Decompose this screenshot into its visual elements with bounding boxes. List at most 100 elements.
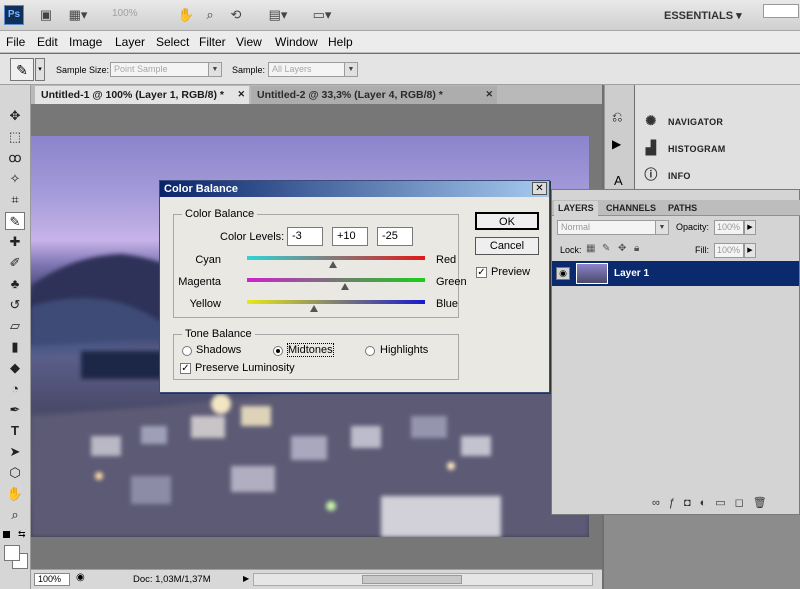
swap-colors-icon[interactable]: ⇆ (18, 529, 26, 540)
sample-select[interactable]: All Layers ▼ (268, 62, 358, 77)
opacity-arrow-icon[interactable]: ▶ (744, 220, 756, 235)
close-icon[interactable]: ✕ (532, 182, 547, 195)
highlights-label[interactable]: Highlights (380, 344, 428, 356)
search-field[interactable] (763, 4, 799, 18)
crop-tool-icon[interactable]: ⌗ (5, 191, 25, 209)
shadows-radio[interactable] (182, 346, 192, 356)
tab-paths[interactable]: PATHS (664, 201, 701, 216)
menu-file[interactable]: File (6, 35, 25, 49)
menu-layer[interactable]: Layer (115, 35, 145, 49)
status-options-icon[interactable]: ◉ (76, 572, 85, 583)
magenta-green-slider-thumb[interactable] (340, 283, 349, 290)
yellow-blue-slider-thumb[interactable] (309, 305, 318, 312)
lock-transparent-icon[interactable]: ▦ (586, 243, 595, 254)
gradient-tool-icon[interactable]: ▮ (5, 338, 25, 356)
healing-brush-tool-icon[interactable]: ✚ (5, 233, 25, 251)
tab-untitled-2[interactable]: Untitled-2 @ 33,3% (Layer 4, RGB/8) * ✕ (251, 86, 497, 104)
yellow-blue-slider[interactable] (247, 300, 425, 304)
midtones-label[interactable]: Midtones (287, 343, 334, 357)
magenta-green-slider[interactable] (247, 278, 425, 282)
dialog-title-bar[interactable]: Color Balance (160, 181, 549, 197)
fill-arrow-icon[interactable]: ▶ (744, 243, 756, 258)
history-brush-tool-icon[interactable]: ↺ (5, 296, 25, 314)
preserve-luminosity-checkbox[interactable]: ✓ (180, 363, 191, 374)
menu-window[interactable]: Window (275, 35, 318, 49)
arrange-documents-icon[interactable]: ▤▾ (268, 6, 288, 24)
character-panel-icon[interactable]: A (614, 173, 623, 188)
screen-mode-icon[interactable]: ▭▾ (312, 6, 332, 24)
yellow-blue-level-input[interactable]: -25 (377, 227, 413, 246)
menu-edit[interactable]: Edit (37, 35, 58, 49)
eraser-tool-icon[interactable]: ▱ (5, 317, 25, 335)
lock-image-icon[interactable]: ✎ (602, 243, 610, 254)
zoom-icon[interactable]: ⌕ (200, 6, 220, 24)
shape-tool-icon[interactable]: ⬡ (5, 464, 25, 482)
tab-channels[interactable]: CHANNELS (602, 201, 660, 216)
cyan-red-slider[interactable] (247, 256, 425, 260)
layer-name[interactable]: Layer 1 (614, 268, 649, 279)
bridge-icon[interactable]: ▣ (36, 6, 56, 24)
history-panel-icon[interactable]: ⎌ (612, 109, 622, 125)
midtones-radio[interactable] (273, 346, 283, 356)
ok-button[interactable]: OK (475, 212, 539, 230)
menu-view[interactable]: View (236, 35, 262, 49)
cyan-red-slider-thumb[interactable] (329, 261, 338, 268)
cancel-button[interactable]: Cancel (475, 237, 539, 255)
marquee-tool-icon[interactable]: ⬚ (5, 128, 25, 146)
blur-tool-icon[interactable]: ◆ (5, 359, 25, 377)
highlights-radio[interactable] (365, 346, 375, 356)
lock-position-icon[interactable]: ✥ (618, 243, 626, 254)
eyedropper-preset-icon[interactable]: ✎ (10, 58, 34, 81)
dodge-tool-icon[interactable]: ◔ (5, 380, 25, 398)
actions-panel-icon[interactable]: ▶ (612, 137, 621, 151)
horizontal-scrollbar[interactable] (253, 573, 593, 586)
view-extras-icon[interactable]: ▦▾ (68, 6, 88, 24)
tab-layers[interactable]: LAYERS (554, 201, 598, 216)
hand-tool-icon[interactable]: ✋ (5, 485, 25, 503)
sample-size-select[interactable]: Point Sample ▼ (110, 62, 222, 77)
move-tool-icon[interactable]: ✥ (5, 107, 25, 125)
visibility-eye-icon[interactable]: ◉ (556, 267, 570, 280)
blend-mode-select[interactable]: Normal ▼ (557, 220, 669, 235)
preset-dropdown-arrow-icon[interactable]: ▾ (35, 58, 45, 81)
status-menu-arrow-icon[interactable]: ▶ (243, 574, 249, 583)
path-selection-tool-icon[interactable]: ➤ (5, 443, 25, 461)
navigator-panel-button[interactable]: ✺ NAVIGATOR (635, 107, 800, 134)
close-icon[interactable]: ✕ (485, 89, 493, 100)
close-icon[interactable]: ✕ (237, 89, 245, 100)
shadows-label[interactable]: Shadows (196, 344, 241, 356)
workspace-switcher[interactable]: ESSENTIALS ▾ (664, 9, 742, 22)
info-panel-button[interactable]: ⓘ INFO (635, 161, 800, 188)
cyan-red-level-input[interactable]: -3 (287, 227, 323, 246)
type-tool-icon[interactable]: T (5, 422, 25, 440)
foreground-color-swatch[interactable] (4, 545, 20, 561)
brush-tool-icon[interactable]: ✐ (5, 254, 25, 272)
quick-selection-tool-icon[interactable]: ✧ (5, 170, 25, 188)
scrollbar-thumb[interactable] (362, 575, 462, 584)
zoom-level-select[interactable]: 100% (112, 8, 138, 19)
preserve-luminosity-label[interactable]: Preserve Luminosity (195, 362, 295, 374)
menu-image[interactable]: Image (69, 35, 102, 49)
tab-untitled-1[interactable]: Untitled-1 @ 100% (Layer 1, RGB/8) * ✕ (35, 86, 249, 104)
hand-icon[interactable]: ✋ (176, 6, 196, 24)
status-zoom-field[interactable]: 100% (34, 573, 70, 586)
layers-footer-icons[interactable]: ∞ƒ◘◐▭◻🗑︎ (652, 496, 797, 510)
menu-filter[interactable]: Filter (199, 35, 226, 49)
eyedropper-tool-icon[interactable]: ✎ (5, 212, 25, 230)
layer-row[interactable]: ◉ Layer 1 (552, 261, 799, 286)
rotate-view-icon[interactable]: ⟲ (226, 6, 246, 24)
menu-select[interactable]: Select (156, 35, 189, 49)
default-colors-icon[interactable] (3, 531, 10, 538)
lasso-tool-icon[interactable]: ꝏ (5, 149, 25, 167)
pen-tool-icon[interactable]: ✒ (5, 401, 25, 419)
preview-label[interactable]: Preview (491, 266, 530, 278)
fill-field[interactable]: 100% (714, 243, 744, 258)
zoom-tool-icon[interactable]: ⌕ (5, 506, 25, 524)
clone-stamp-tool-icon[interactable]: ♣ (5, 275, 25, 293)
magenta-green-level-input[interactable]: +10 (332, 227, 368, 246)
opacity-field[interactable]: 100% (714, 220, 744, 235)
histogram-panel-button[interactable]: ▟ HISTOGRAM (635, 134, 800, 161)
menu-help[interactable]: Help (328, 35, 353, 49)
preview-checkbox[interactable]: ✓ (476, 267, 487, 278)
lock-all-icon[interactable]: 🔒︎ (634, 243, 639, 254)
